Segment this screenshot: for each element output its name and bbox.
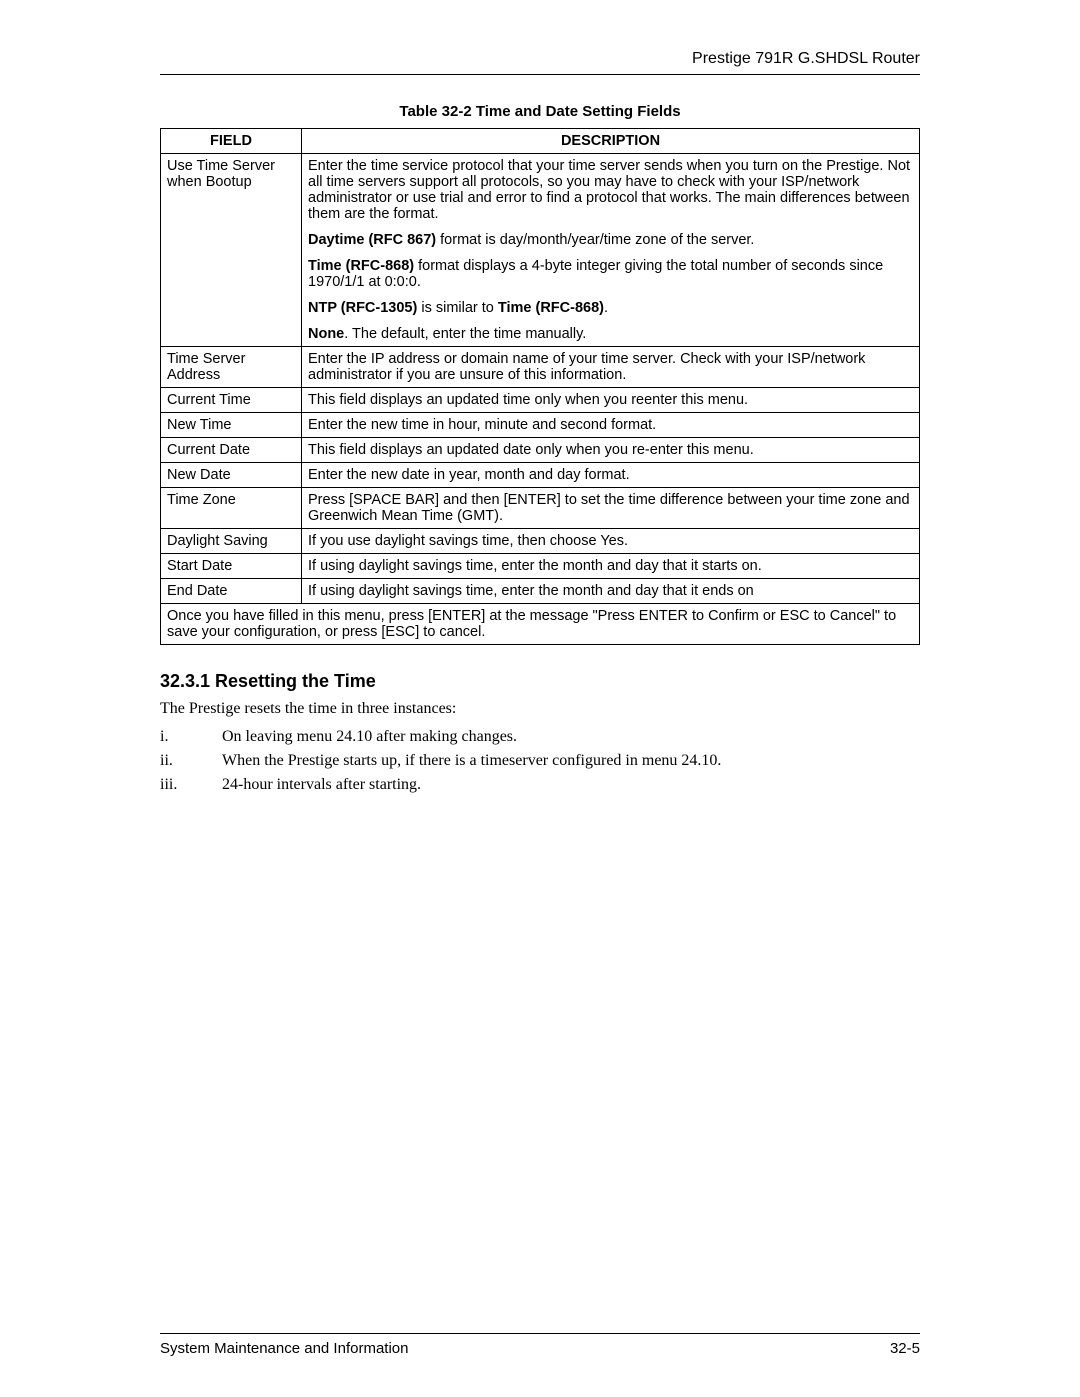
field-cell: Current Date bbox=[161, 438, 302, 463]
table-row: Daylight Saving If you use daylight savi… bbox=[161, 529, 920, 554]
table-row: Use Time Server when Bootup Enter the ti… bbox=[161, 154, 920, 347]
table-footer-note: Once you have filled in this menu, press… bbox=[161, 604, 920, 645]
table-footer-row: Once you have filled in this menu, press… bbox=[161, 604, 920, 645]
table-row: Time Server Address Enter the IP address… bbox=[161, 347, 920, 388]
desc-cell: Press [SPACE BAR] and then [ENTER] to se… bbox=[302, 488, 920, 529]
list-number: iii. bbox=[160, 776, 222, 794]
list-item: i. On leaving menu 24.10 after making ch… bbox=[160, 728, 920, 746]
desc-paragraph: Time (RFC-868) format displays a 4-byte … bbox=[308, 258, 913, 290]
page-header: Prestige 791R G.SHDSL Router bbox=[160, 50, 920, 75]
desc-bold: Daytime (RFC 867) bbox=[308, 232, 436, 248]
desc-bold: Time (RFC-868) bbox=[498, 300, 604, 316]
page-footer: System Maintenance and Information 32-5 bbox=[160, 1333, 920, 1357]
list-item: ii. When the Prestige starts up, if ther… bbox=[160, 752, 920, 770]
desc-text: format is day/month/year/time zone of th… bbox=[436, 232, 754, 248]
desc-text: . bbox=[624, 533, 628, 549]
desc-bold: NTP (RFC-1305) bbox=[308, 300, 417, 316]
table-header-row: FIELD DESCRIPTION bbox=[161, 129, 920, 154]
desc-text: . The default, enter the time manually. bbox=[344, 326, 586, 342]
field-cell: Use Time Server when Bootup bbox=[161, 154, 302, 347]
fields-table: FIELD DESCRIPTION Use Time Server when B… bbox=[160, 128, 920, 645]
section-intro: The Prestige resets the time in three in… bbox=[160, 700, 920, 718]
desc-bold: None bbox=[308, 326, 344, 342]
table-row: End Date If using daylight savings time,… bbox=[161, 579, 920, 604]
table-row: Start Date If using daylight savings tim… bbox=[161, 554, 920, 579]
list-text: When the Prestige starts up, if there is… bbox=[222, 752, 721, 770]
field-cell: Start Date bbox=[161, 554, 302, 579]
list-text: 24-hour intervals after starting. bbox=[222, 776, 421, 794]
field-cell: End Date bbox=[161, 579, 302, 604]
desc-cell: Enter the new date in year, month and da… bbox=[302, 463, 920, 488]
desc-cell: Enter the time service protocol that you… bbox=[302, 154, 920, 347]
table-row: Current Date This field displays an upda… bbox=[161, 438, 920, 463]
header-title: Prestige 791R G.SHDSL Router bbox=[160, 50, 920, 68]
table-row: Time Zone Press [SPACE BAR] and then [EN… bbox=[161, 488, 920, 529]
desc-text: . bbox=[604, 300, 608, 316]
desc-paragraph: Daytime (RFC 867) format is day/month/ye… bbox=[308, 232, 913, 248]
footer-left: System Maintenance and Information bbox=[160, 1340, 408, 1357]
desc-cell: This field displays an updated time only… bbox=[302, 388, 920, 413]
field-cell: New Time bbox=[161, 413, 302, 438]
desc-cell: If using daylight savings time, enter th… bbox=[302, 554, 920, 579]
desc-cell: Enter the new time in hour, minute and s… bbox=[302, 413, 920, 438]
page: Prestige 791R G.SHDSL Router Table 32-2 … bbox=[0, 0, 1080, 1397]
table-row: Current Time This field displays an upda… bbox=[161, 388, 920, 413]
col-field: FIELD bbox=[161, 129, 302, 154]
field-cell: New Date bbox=[161, 463, 302, 488]
section-list: i. On leaving menu 24.10 after making ch… bbox=[160, 728, 920, 794]
list-text: On leaving menu 24.10 after making chang… bbox=[222, 728, 517, 746]
list-number: i. bbox=[160, 728, 222, 746]
desc-cell: Enter the IP address or domain name of y… bbox=[302, 347, 920, 388]
field-cell: Daylight Saving bbox=[161, 529, 302, 554]
desc-cell: This field displays an updated date only… bbox=[302, 438, 920, 463]
desc-paragraph: None. The default, enter the time manual… bbox=[308, 326, 913, 342]
desc-cell: If you use daylight savings time, then c… bbox=[302, 529, 920, 554]
desc-text: If you use daylight savings time, then c… bbox=[308, 533, 600, 549]
desc-paragraph: Enter the time service protocol that you… bbox=[308, 158, 913, 222]
desc-bold: Time (RFC-868) bbox=[308, 258, 414, 274]
field-cell: Time Server Address bbox=[161, 347, 302, 388]
section-heading: 32.3.1 Resetting the Time bbox=[160, 671, 920, 692]
col-description: DESCRIPTION bbox=[302, 129, 920, 154]
table-row: New Date Enter the new date in year, mon… bbox=[161, 463, 920, 488]
footer-right: 32-5 bbox=[890, 1340, 920, 1357]
desc-bold: Yes bbox=[600, 533, 624, 549]
field-cell: Current Time bbox=[161, 388, 302, 413]
table-row: New Time Enter the new time in hour, min… bbox=[161, 413, 920, 438]
table-caption: Table 32-2 Time and Date Setting Fields bbox=[160, 103, 920, 120]
desc-paragraph: NTP (RFC-1305) is similar to Time (RFC-8… bbox=[308, 300, 913, 316]
field-cell: Time Zone bbox=[161, 488, 302, 529]
desc-cell: If using daylight savings time, enter th… bbox=[302, 579, 920, 604]
list-item: iii. 24-hour intervals after starting. bbox=[160, 776, 920, 794]
desc-text: is similar to bbox=[417, 300, 498, 316]
list-number: ii. bbox=[160, 752, 222, 770]
